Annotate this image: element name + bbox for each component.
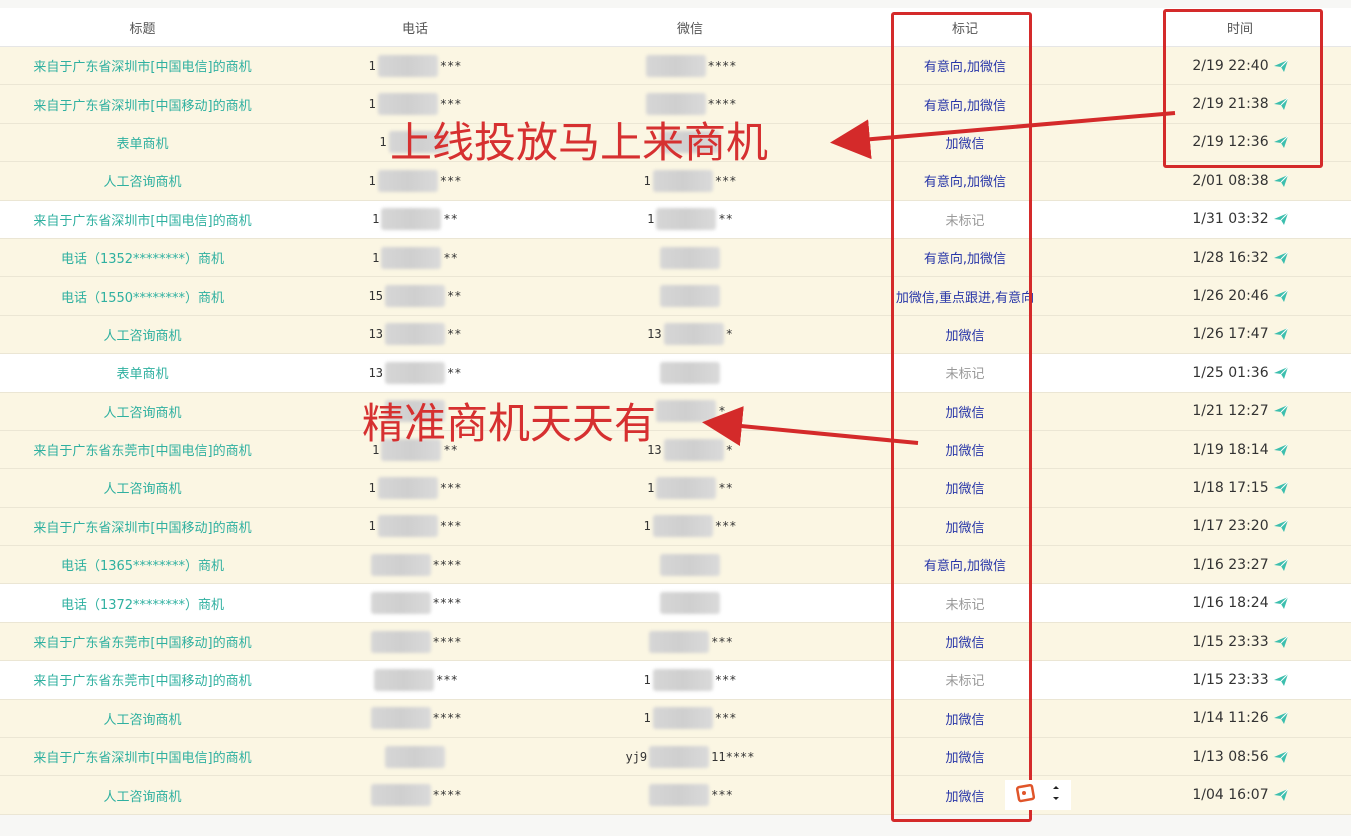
row-tools [1005,780,1071,810]
annotation-middle: 精准商机天天有 [362,399,657,448]
arrow-to-middle-annotation [702,406,919,446]
more-vertical-icon[interactable] [1051,783,1061,807]
annotation-top: 上线投放马上来商机 [390,118,769,167]
arrow-to-top-annotation [830,111,1176,160]
edit-note-icon[interactable] [1015,782,1037,808]
